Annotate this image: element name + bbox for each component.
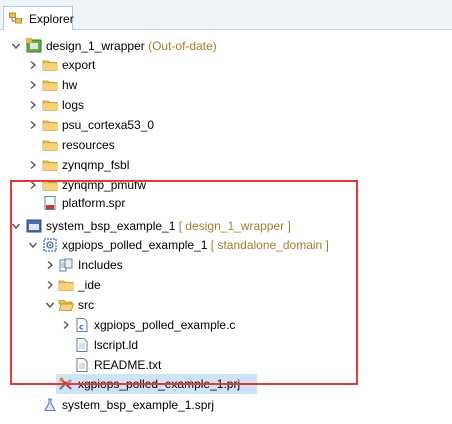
tree-item-decoration: [ standalone_domain ]	[210, 238, 329, 252]
folder-icon	[42, 77, 58, 93]
folder-open-icon	[58, 297, 74, 313]
chevron-down-icon[interactable]	[45, 300, 55, 310]
tree-item-label: Includes	[78, 258, 123, 272]
tree-item-label: system_bsp_example_1	[46, 219, 176, 233]
tree-item-export[interactable]: export	[0, 55, 452, 75]
tree-item-xgpiops-polled-example-c[interactable]: xgpiops_polled_example.c	[0, 315, 452, 335]
tree-item-ide[interactable]: _ide	[0, 275, 452, 295]
explorer-icon	[9, 12, 22, 24]
tree-item-decoration: (Out-of-date)	[148, 39, 217, 53]
tree-item-readme-txt[interactable]: README.txt	[0, 355, 452, 375]
tree-item-src[interactable]: src	[0, 295, 452, 315]
tree-item-lscript-ld[interactable]: lscript.ld	[0, 335, 452, 355]
explorer-tree[interactable]: design_1_wrapper (Out-of-date) export hw…	[0, 30, 452, 424]
tree-item-label: xgpiops_polled_example_1	[62, 238, 208, 252]
chevron-down-icon[interactable]	[11, 221, 21, 231]
explorer-tab-bar: Explorer	[0, 0, 452, 30]
tree-item-label: zynqmp_pmufw	[62, 178, 147, 192]
tree-item-resources[interactable]: resources	[0, 135, 452, 155]
tree-item-label: logs	[62, 98, 85, 112]
chevron-right-icon[interactable]	[45, 280, 55, 290]
tree-item-zynqmp-fsbl[interactable]: zynqmp_fsbl	[0, 155, 452, 175]
tree-item-label: hw	[62, 78, 78, 92]
tree-item-label: lscript.ld	[94, 338, 139, 352]
tree-item-includes[interactable]: Includes	[0, 255, 452, 275]
chevron-right-icon[interactable]	[28, 120, 38, 130]
tree-item-xgpiops-polled-example-1-prj[interactable]: xgpiops_polled_example_1.prj	[56, 374, 257, 394]
tree-item-zynqmp-pmufw[interactable]: zynqmp_pmufw	[0, 175, 452, 195]
tree-item-label: xgpiops_polled_example_1.prj	[78, 377, 241, 391]
tree-item-label: system_bsp_example_1.sprj	[62, 398, 215, 412]
tree-item-xgpiops-polled-example-1[interactable]: xgpiops_polled_example_1 [ standalone_do…	[0, 235, 452, 255]
tree-item-label: design_1_wrapper	[46, 39, 145, 53]
folder-icon	[42, 157, 58, 173]
chevron-right-icon[interactable]	[28, 160, 38, 170]
tree-item-label: README.txt	[94, 358, 162, 372]
folder-icon	[42, 97, 58, 113]
explorer-tab[interactable]: Explorer	[3, 6, 74, 30]
tree-item-label: resources	[62, 138, 115, 152]
chevron-right-icon[interactable]	[28, 60, 38, 70]
tree-item-label: zynqmp_fsbl	[62, 158, 130, 172]
chevron-down-icon[interactable]	[11, 41, 21, 51]
tree-item-platform-spr[interactable]: platform.spr	[0, 193, 452, 213]
file-icon	[74, 337, 90, 353]
folder-icon	[42, 57, 58, 73]
folder-icon	[42, 137, 58, 153]
tree-item-psu-cortexa53-0[interactable]: psu_cortexa53_0	[0, 115, 452, 135]
folder-icon	[58, 277, 74, 293]
chevron-down-icon[interactable]	[28, 240, 38, 250]
tree-item-label: psu_cortexa53_0	[62, 118, 155, 132]
hardware-platform-icon	[26, 38, 42, 54]
chevron-right-icon[interactable]	[61, 320, 71, 330]
tree-item-system-bsp-example-1-sprj[interactable]: system_bsp_example_1.sprj	[0, 395, 452, 415]
platform-file-icon	[42, 195, 58, 211]
chevron-right-icon[interactable]	[28, 80, 38, 90]
system-project-icon	[26, 218, 42, 234]
chevron-right-icon[interactable]	[28, 180, 38, 190]
tree-item-label: _ide	[78, 278, 101, 292]
system-project-file-icon	[42, 397, 58, 413]
tree-item-design-1-wrapper[interactable]: design_1_wrapper (Out-of-date)	[0, 36, 452, 56]
folder-icon	[42, 177, 58, 193]
tree-item-hw[interactable]: hw	[0, 75, 452, 95]
application-project-icon	[42, 237, 58, 253]
includes-icon	[58, 257, 74, 273]
project-settings-icon	[58, 376, 74, 392]
chevron-right-icon[interactable]	[28, 100, 38, 110]
tab-label: Explorer	[29, 12, 74, 26]
tree-item-logs[interactable]: logs	[0, 95, 452, 115]
tree-item-label: export	[62, 58, 96, 72]
text-file-icon	[74, 357, 90, 373]
tree-item-label: platform.spr	[62, 196, 126, 210]
tree-item-decoration: [ design_1_wrapper ]	[178, 219, 291, 233]
tree-item-system-bsp-example-1[interactable]: system_bsp_example_1 [ design_1_wrapper …	[0, 216, 452, 236]
tree-item-label: xgpiops_polled_example.c	[94, 318, 236, 332]
folder-icon	[42, 117, 58, 133]
tree-item-label: src	[78, 298, 94, 312]
c-source-file-icon	[74, 317, 90, 333]
chevron-right-icon[interactable]	[45, 260, 55, 270]
